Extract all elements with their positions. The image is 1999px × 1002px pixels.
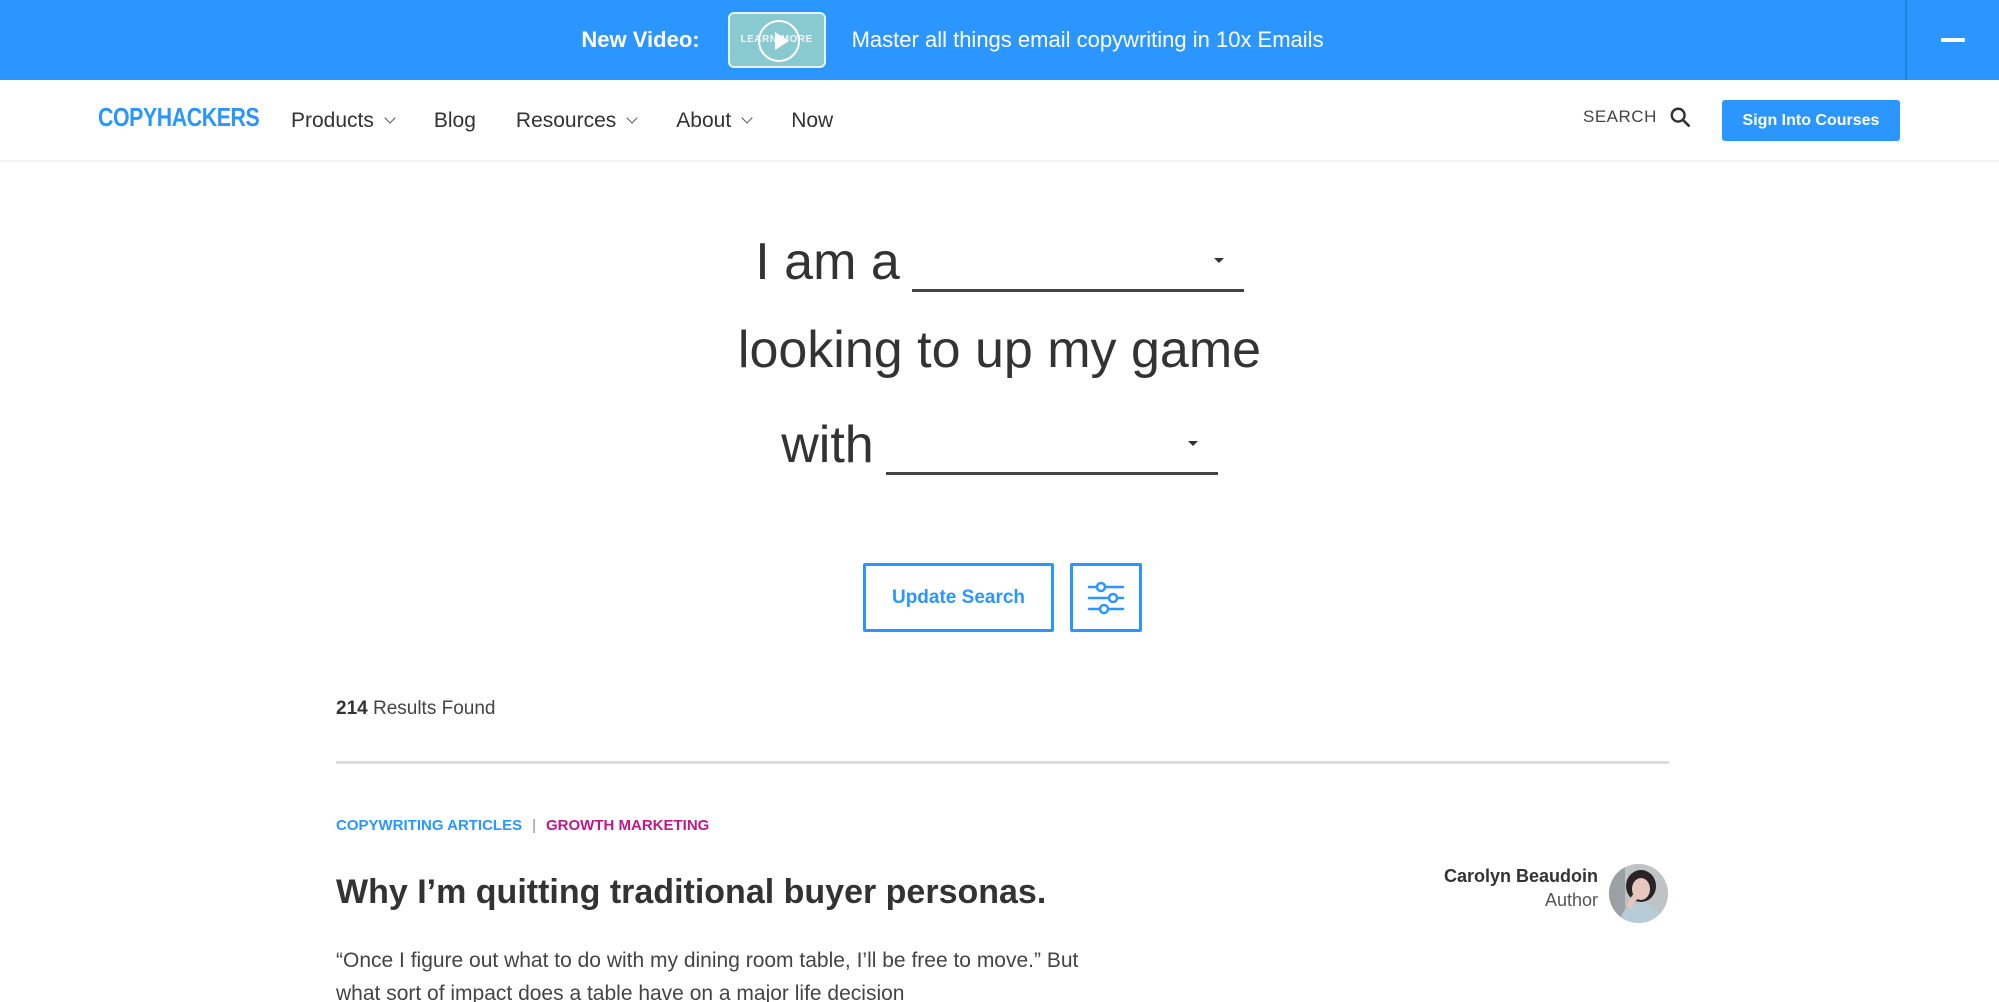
article-author: Carolyn Beaudoin Author <box>1380 866 1598 911</box>
announcement-bar: New Video: LEARN MORE Master all things … <box>0 0 1999 80</box>
nav-item-about[interactable]: About <box>676 109 753 133</box>
filter-button[interactable] <box>1070 563 1142 632</box>
hero-prefix-role: I am a <box>755 233 900 291</box>
sliders-icon <box>1087 581 1125 614</box>
chevron-down-icon <box>626 112 638 124</box>
author-photo <box>1609 864 1668 923</box>
nav-item-label: Resources <box>515 109 617 132</box>
topic-select[interactable] <box>885 411 1218 475</box>
nav-item-blog[interactable]: Blog <box>434 109 476 133</box>
caret-down-icon <box>1213 258 1224 263</box>
results-label: Results Found <box>372 698 496 719</box>
sign-into-courses-button[interactable]: Sign Into Courses <box>1722 100 1900 141</box>
hero-middle-text: looking to up my game <box>737 321 1262 379</box>
article-excerpt: “Once I figure out what to do with my di… <box>336 949 1079 1002</box>
search-button[interactable]: SEARCH <box>1583 106 1691 128</box>
nav-item-label: Now <box>791 109 834 132</box>
video-thumbnail[interactable]: LEARN MORE <box>727 12 826 68</box>
copyhackers-logo[interactable]: COPYHACKERS <box>98 102 260 133</box>
update-search-button[interactable]: Update Search <box>863 563 1054 632</box>
results-number: 214 <box>336 698 368 719</box>
author-avatar[interactable] <box>1609 864 1668 923</box>
category-separator: | <box>532 817 537 834</box>
chevron-down-icon <box>384 112 396 124</box>
nav-item-label: Products <box>291 109 374 132</box>
article-title[interactable]: Why I’m quitting traditional buyer perso… <box>336 873 1046 912</box>
hero-prefix-topic: with <box>781 416 874 474</box>
nav-menu: Products Blog Resources About Now <box>291 80 873 162</box>
nav-item-now[interactable]: Now <box>791 109 833 133</box>
results-divider <box>336 761 1669 764</box>
nav-item-products[interactable]: Products <box>291 109 396 133</box>
chevron-down-icon <box>741 112 753 124</box>
author-role: Author <box>1544 890 1598 910</box>
collapse-announcement-button[interactable] <box>1907 0 1999 80</box>
announcement-content: New Video: LEARN MORE Master all things … <box>0 0 1905 80</box>
results-count: 214 Results Found <box>336 698 496 720</box>
article-categories: COPYWRITING ARTICLES | GROWTH MARKETING <box>336 817 709 834</box>
hero-line-2: looking to up my game <box>0 320 1999 380</box>
main-navbar: COPYHACKERS Products Blog Resources Abou… <box>0 80 1999 162</box>
nav-item-label: Blog <box>433 109 476 132</box>
announcement-link[interactable]: Master all things email copywriting in 1… <box>852 27 1324 53</box>
minus-icon <box>1941 38 1965 42</box>
play-icon <box>774 32 789 50</box>
hero-line-3: with <box>0 411 1999 475</box>
caret-down-icon <box>1187 441 1198 446</box>
hero-line-1: I am a <box>0 228 1999 292</box>
category-growth-marketing[interactable]: GROWTH MARKETING <box>546 817 709 834</box>
search-icon <box>1670 107 1690 127</box>
role-select[interactable] <box>911 228 1244 292</box>
search-label: SEARCH <box>1583 107 1657 126</box>
author-name[interactable]: Carolyn Beaudoin <box>1380 866 1598 887</box>
announcement-label: New Video: <box>581 27 700 52</box>
nav-item-label: About <box>676 109 732 132</box>
category-copywriting-articles[interactable]: COPYWRITING ARTICLES <box>336 817 522 834</box>
nav-item-resources[interactable]: Resources <box>515 109 638 133</box>
